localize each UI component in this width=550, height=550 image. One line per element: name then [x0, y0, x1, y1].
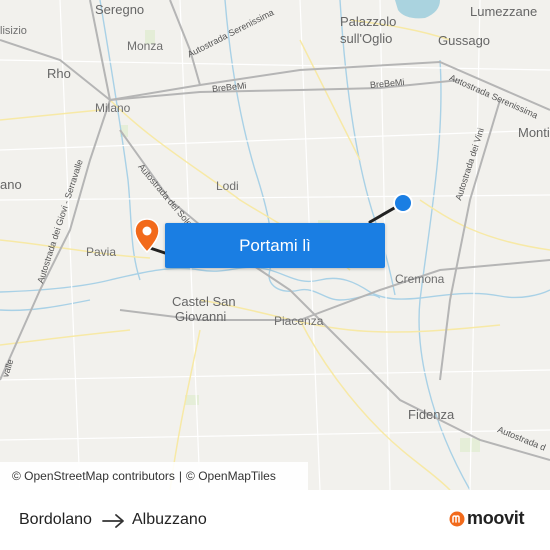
map-view[interactable]: Seregno Monza Rho Milano Palazzolo sull'… — [0, 0, 550, 490]
osm-attribution-link[interactable]: © OpenStreetMap contributors — [12, 469, 175, 483]
place-label-lumezzane: Lumezzane — [470, 4, 538, 19]
lake-shape — [395, 0, 440, 19]
portami-li-button[interactable]: Portami lì — [165, 223, 385, 268]
origin-stop-name: Bordolano — [19, 511, 92, 528]
map-attribution: © OpenStreetMap contributors | © OpenMap… — [0, 462, 308, 490]
place-label-lodi: Lodi — [216, 179, 239, 193]
place-label-monza: Monza — [127, 39, 164, 53]
place-label-pavia: Pavia — [86, 245, 117, 259]
current-location-dot-icon[interactable] — [392, 192, 416, 216]
place-label-lisizio: lisizio — [0, 25, 27, 37]
moovit-wordmark: moovit — [467, 508, 525, 528]
place-label-gussago: Gussago — [438, 33, 491, 48]
place-label-giovanni: Giovanni — [175, 309, 227, 324]
place-label-palazzolo: Palazzolo — [340, 14, 397, 29]
place-label-sulloglio: sull'Oglio — [340, 31, 393, 46]
place-label-milano: Milano — [95, 101, 131, 115]
place-label-castel-san: Castel San — [172, 294, 236, 309]
place-label-rho: Rho — [47, 66, 71, 81]
moovit-logo[interactable]: moovit — [449, 508, 525, 529]
attribution-separator: | — [178, 469, 183, 483]
place-label-seregno: Seregno — [95, 2, 145, 17]
place-label-fidenza: Fidenza — [408, 407, 455, 422]
destination-pin-icon[interactable] — [133, 218, 161, 254]
place-label-cremona: Cremona — [395, 272, 445, 286]
place-label-montic: Montic — [518, 125, 550, 140]
place-label-ano: ano — [0, 177, 22, 192]
place-label-piacenza: Piacenza — [274, 314, 324, 328]
arrow-right-icon — [102, 514, 124, 528]
destination-stop-name: Albuzzano — [132, 511, 207, 528]
openmaptiles-attribution-link[interactable]: © OpenMapTiles — [186, 469, 276, 483]
moovit-logo-icon — [449, 511, 465, 526]
